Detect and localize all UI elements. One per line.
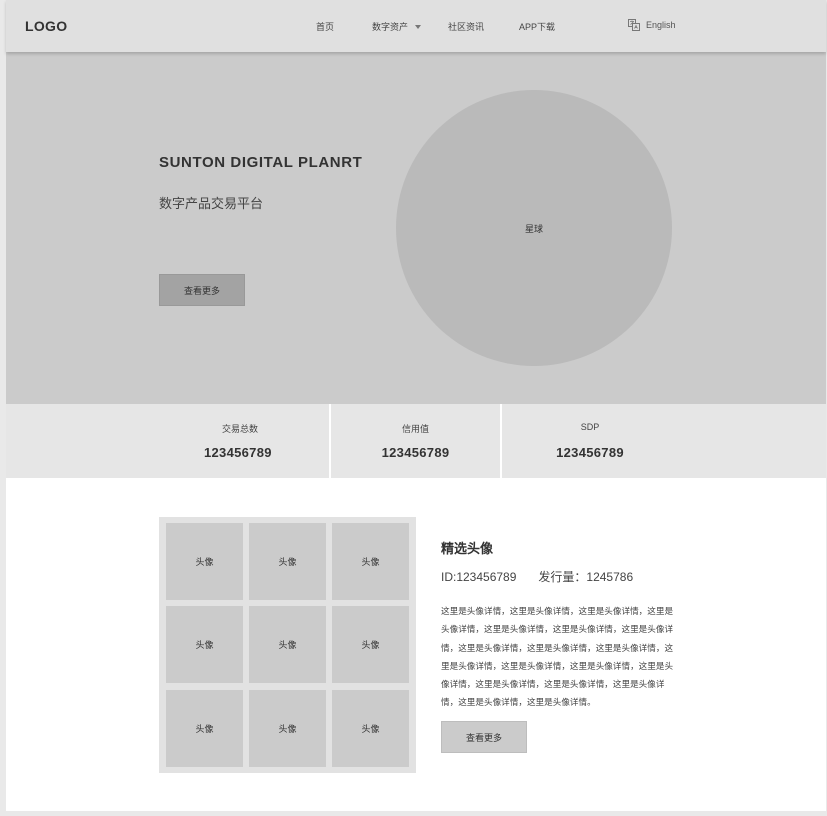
avatar-tile[interactable]: 头像	[249, 606, 326, 683]
stat-total-trades: 交易总数 123456789	[6, 404, 330, 478]
avatar-tile[interactable]: 头像	[249, 690, 326, 767]
translate-icon	[628, 19, 640, 31]
nav-item-home[interactable]: 首页	[316, 20, 334, 33]
avatar-tile[interactable]: 头像	[166, 523, 243, 600]
featured-title: 精选头像	[441, 541, 494, 556]
avatar-tile[interactable]: 头像	[332, 606, 409, 683]
nav-item-community-news[interactable]: 社区资讯	[448, 20, 484, 33]
avatar-tile[interactable]: 头像	[332, 690, 409, 767]
stat-sdp: SDP 123456789	[502, 404, 678, 478]
featured-issue-count: 发行量：1245786	[538, 570, 634, 584]
page: LOGO 首页 数字资产 社区资讯 APP下载 English SUNTON D…	[6, 0, 826, 811]
featured-meta: ID:123456789 发行量：1245786	[441, 568, 633, 585]
hero-view-more-button[interactable]: 查看更多	[159, 274, 245, 306]
avatar-grid: 头像 头像 头像 头像 头像 头像 头像 头像 头像	[159, 517, 416, 773]
top-navbar: LOGO 首页 数字资产 社区资讯 APP下载 English	[6, 0, 826, 52]
avatar-tile[interactable]: 头像	[166, 606, 243, 683]
hero-subtitle: 数字产品交易平台	[159, 196, 264, 211]
avatar-tile[interactable]: 头像	[249, 523, 326, 600]
nav-item-digital-assets[interactable]: 数字资产	[372, 20, 422, 33]
stat-credit: 信用值 123456789	[331, 404, 500, 478]
language-switch[interactable]: English	[628, 19, 676, 31]
featured-id: ID:123456789	[441, 570, 517, 584]
avatar-tile[interactable]: 头像	[332, 523, 409, 600]
language-label: English	[646, 20, 676, 30]
nav-item-label: 数字资产	[372, 22, 409, 32]
stat-value: 123456789	[204, 445, 272, 460]
stat-label: 交易总数	[222, 424, 259, 434]
chevron-down-icon	[415, 24, 422, 29]
stats-bar: 交易总数 123456789 信用值 123456789 SDP 1234567…	[6, 404, 826, 478]
stat-label: SDP	[580, 422, 600, 432]
featured-view-more-button[interactable]: 查看更多	[441, 721, 527, 753]
stat-label: 信用值	[401, 424, 429, 434]
stat-value: 123456789	[556, 445, 624, 460]
avatar-tile[interactable]: 头像	[166, 690, 243, 767]
planet-image: 星球	[396, 90, 672, 366]
hero-banner: SUNTON DIGITAL PLANRT 数字产品交易平台 查看更多 星球	[6, 52, 826, 404]
stat-value: 123456789	[381, 445, 450, 460]
logo[interactable]: LOGO	[25, 18, 67, 34]
hero-title: SUNTON DIGITAL PLANRT	[159, 154, 363, 171]
featured-description: 这里是头像详情，这里是头像详情，这里是头像详情，这里是头像详情，这里是头像详情，…	[441, 606, 674, 708]
nav-item-app-download[interactable]: APP下载	[519, 20, 555, 33]
planet-label: 星球	[524, 223, 543, 234]
